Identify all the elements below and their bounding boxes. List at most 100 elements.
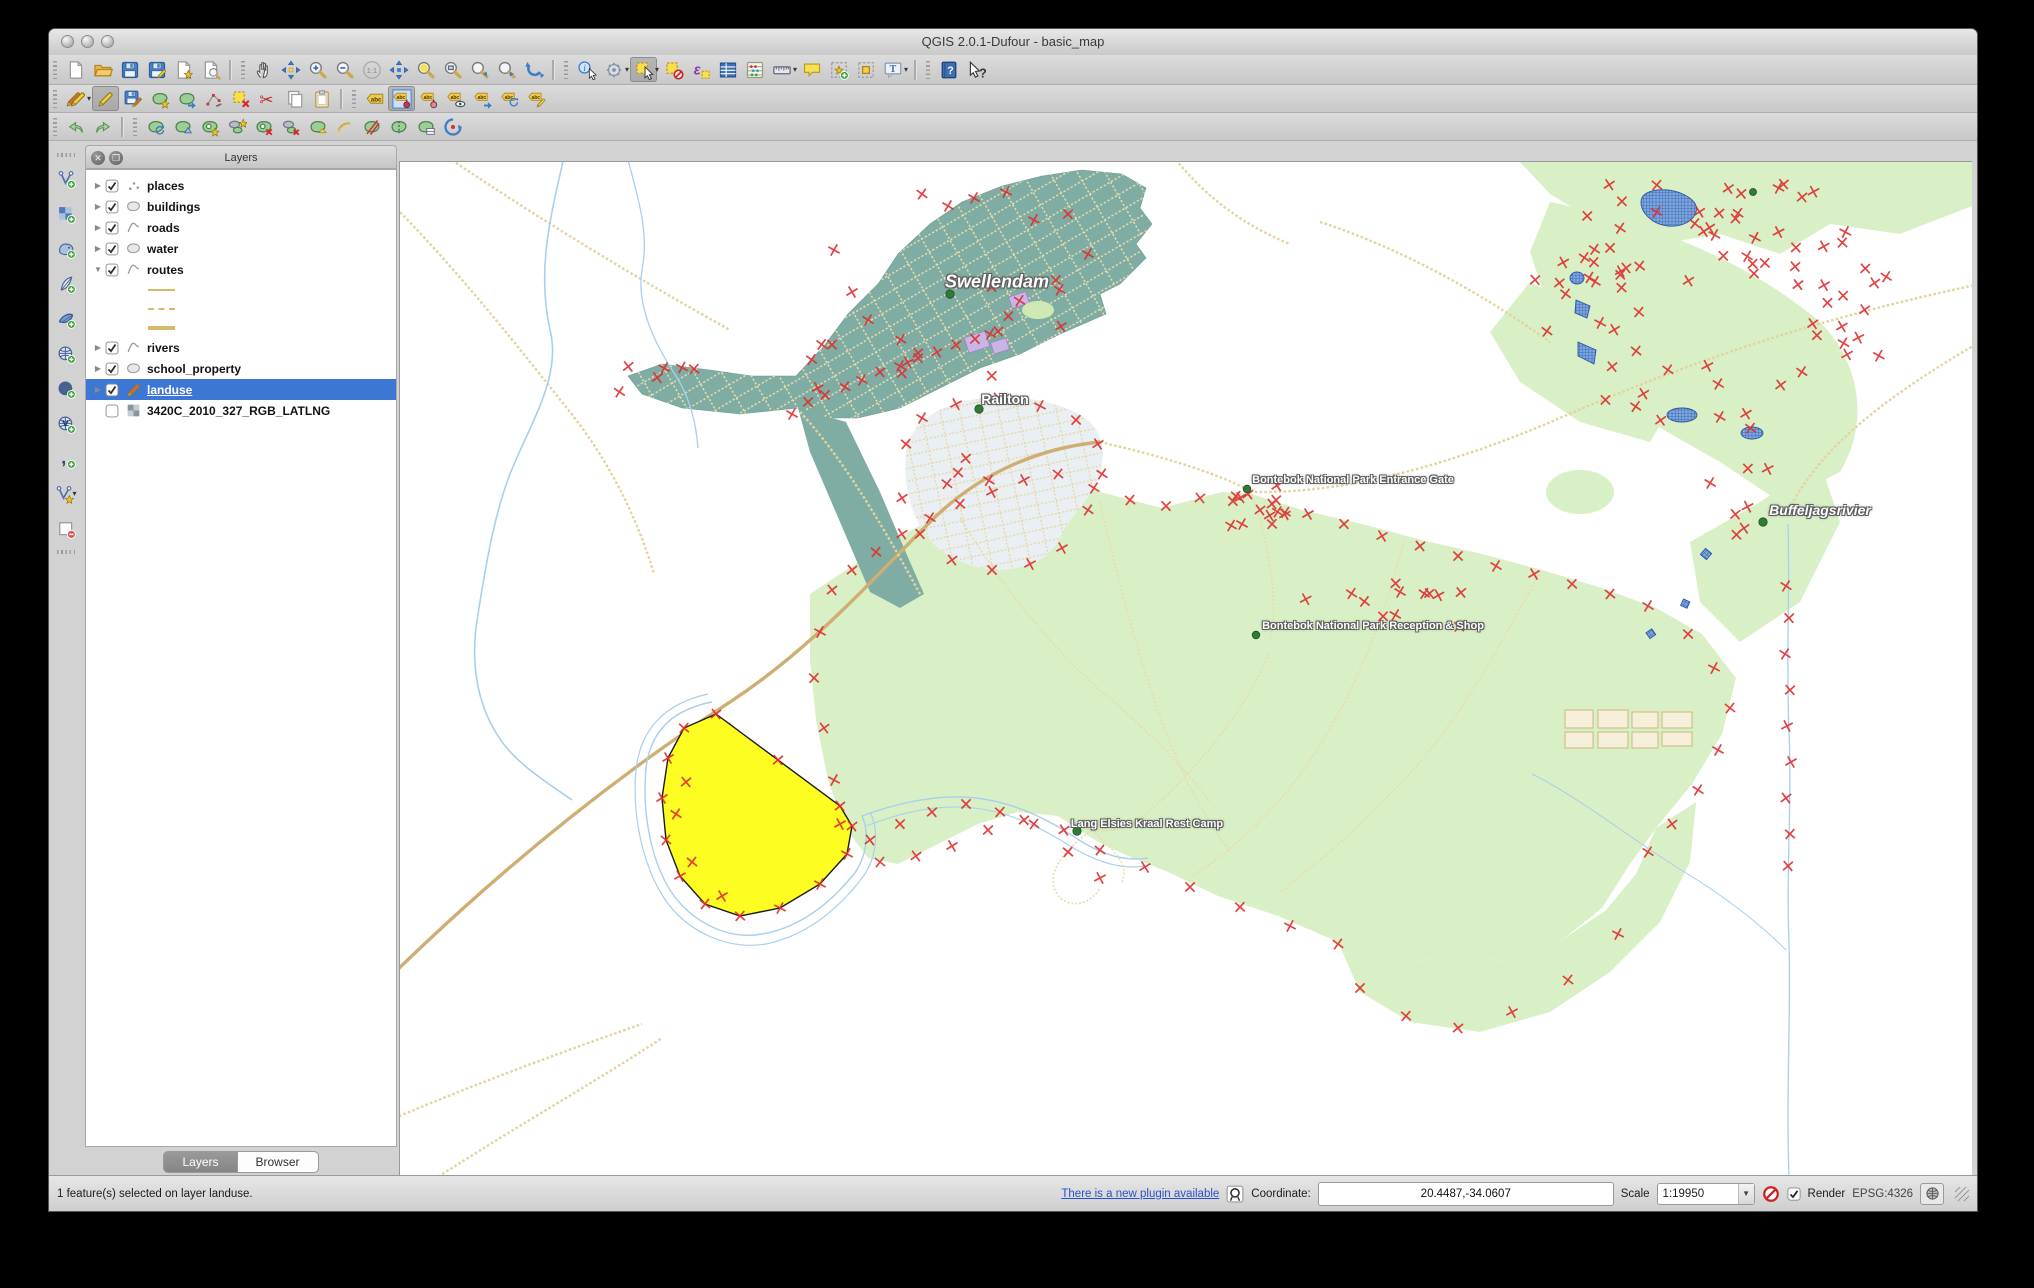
new-project-button[interactable]: [62, 57, 89, 82]
zoom-full-button[interactable]: [385, 57, 412, 82]
layer-checkbox[interactable]: [105, 242, 119, 256]
layer-expand-icon[interactable]: ▶: [91, 343, 105, 352]
new-shapefile-layer-button[interactable]: ▾: [53, 481, 80, 506]
simplify-feature-button[interactable]: [169, 114, 196, 139]
help-contents-button[interactable]: ?: [935, 57, 962, 82]
move-label-button[interactable]: abc: [469, 86, 496, 111]
scale-dropdown-icon[interactable]: ▼: [1737, 1183, 1754, 1204]
delete-part-button[interactable]: [277, 114, 304, 139]
measure-dropdown-icon[interactable]: ▾: [793, 65, 797, 74]
map-tips-button[interactable]: [798, 57, 825, 82]
coordinate-input[interactable]: [1317, 1181, 1614, 1206]
pan-to-selection-button[interactable]: [277, 57, 304, 82]
measure-button[interactable]: [768, 57, 795, 82]
map-canvas[interactable]: Swellendam Railton Bontebok National Park …: [399, 161, 1972, 1178]
text-annotation-button[interactable]: T: [879, 57, 906, 82]
text-annotation-dropdown-icon[interactable]: ▾: [904, 65, 908, 74]
add-raster-layer-button[interactable]: [53, 201, 80, 226]
pin-labels-button[interactable]: abc: [388, 86, 416, 111]
layer-item-places[interactable]: ▶ places: [86, 175, 396, 196]
layer-expand-icon[interactable]: ▶: [91, 181, 105, 190]
layer-item-routes[interactable]: ▼ routes: [86, 259, 396, 280]
remove-layer-button[interactable]: [53, 516, 80, 541]
scale-combobox[interactable]: 1:19950 ▼: [1656, 1182, 1755, 1205]
layer-checkbox[interactable]: [105, 383, 119, 397]
zoom-last-button[interactable]: [466, 57, 493, 82]
toolbar-grip[interactable]: [241, 60, 245, 79]
add-wcs-layer-button[interactable]: [53, 376, 80, 401]
plugin-icon[interactable]: [1226, 1185, 1244, 1203]
layer-checkbox[interactable]: [105, 200, 119, 214]
add-wfs-layer-button[interactable]: [53, 411, 80, 436]
add-spatialite-layer-button[interactable]: [53, 271, 80, 296]
identify-button[interactable]: i: [573, 57, 600, 82]
zoom-to-layer-button[interactable]: [439, 57, 466, 82]
add-mssql-layer-button[interactable]: [53, 306, 80, 331]
node-tool-button[interactable]: [200, 86, 227, 111]
select-features-button[interactable]: [630, 57, 658, 82]
cut-features-button[interactable]: ✂: [254, 86, 281, 111]
move-feature-button[interactable]: [173, 86, 200, 111]
current-edits-button[interactable]: [62, 86, 89, 111]
toolbar-grip[interactable]: [53, 60, 57, 79]
rotate-feature-button[interactable]: [142, 114, 169, 139]
new-print-composer-button[interactable]: [170, 57, 197, 82]
copy-features-button[interactable]: [281, 86, 308, 111]
show-bookmarks-button[interactable]: [852, 57, 879, 82]
add-wms-layer-button[interactable]: [53, 341, 80, 366]
toolbar-grip[interactable]: [57, 153, 75, 157]
deselect-all-button[interactable]: [660, 57, 687, 82]
layer-expand-icon[interactable]: ▶: [91, 385, 105, 394]
run-feature-action-dropdown-icon[interactable]: ▾: [625, 65, 629, 74]
layer-expand-icon[interactable]: ▶: [91, 202, 105, 211]
toolbar-grip[interactable]: [53, 117, 57, 136]
delete-ring-button[interactable]: [250, 114, 277, 139]
toolbar-grip[interactable]: [564, 60, 568, 79]
layer-item-water[interactable]: ▶ water: [86, 238, 396, 259]
add-feature-button[interactable]: [146, 86, 173, 111]
select-features-dropdown-icon[interactable]: ▾: [655, 65, 659, 74]
change-label-properties-button[interactable]: abc: [523, 86, 550, 111]
offset-curve-button[interactable]: [331, 114, 358, 139]
refresh-button[interactable]: [520, 57, 547, 82]
toolbar-grip[interactable]: [926, 60, 931, 79]
layer-checkbox[interactable]: [105, 362, 119, 376]
new-shapefile-layer-dropdown-icon[interactable]: ▾: [72, 489, 76, 498]
paste-features-button[interactable]: [308, 86, 335, 111]
layer-item-rivers[interactable]: ▶ rivers: [86, 337, 396, 358]
title-bar[interactable]: QGIS 2.0.1-Dufour - basic_map: [49, 29, 1977, 56]
panel-tab-browser[interactable]: Browser: [237, 1151, 319, 1173]
zoom-out-button[interactable]: [331, 57, 358, 82]
toolbar-grip[interactable]: [352, 89, 357, 108]
add-postgis-layer-button[interactable]: [53, 236, 80, 261]
layer-item-school_property[interactable]: ▶ school_property: [86, 358, 396, 379]
toolbar-grip[interactable]: [133, 117, 137, 136]
composer-manager-button[interactable]: [197, 57, 224, 82]
undo-button[interactable]: [62, 114, 89, 139]
merge-attributes-button[interactable]: [412, 114, 439, 139]
redo-button[interactable]: [89, 114, 116, 139]
layer-item-3420C_2010_327_RGB_LATLNG[interactable]: 3420C_2010_327_RGB_LATLNG: [86, 400, 396, 421]
zoom-in-button[interactable]: [304, 57, 331, 82]
layer-item-buildings[interactable]: ▶ buildings: [86, 196, 396, 217]
field-calculator-button[interactable]: [741, 57, 768, 82]
open-attribute-table-button[interactable]: [714, 57, 741, 82]
new-bookmark-button[interactable]: [825, 57, 852, 82]
delete-selected-button[interactable]: [227, 86, 254, 111]
toggle-editing-button[interactable]: [92, 86, 120, 111]
show-hide-labels-button[interactable]: abc: [442, 86, 469, 111]
select-by-expression-button[interactable]: ε: [687, 57, 714, 82]
reshape-features-button[interactable]: [304, 114, 331, 139]
rotate-label-button[interactable]: abc: [496, 86, 523, 111]
save-layer-edits-button[interactable]: [119, 86, 146, 111]
save-project-as-button[interactable]: [143, 57, 170, 82]
highlight-pinned-labels-button[interactable]: abc: [415, 86, 442, 111]
plugin-link[interactable]: There is a new plugin available: [1061, 1188, 1219, 1200]
panel-tab-layers[interactable]: Layers: [163, 1151, 238, 1173]
layer-item-landuse[interactable]: ▶ landuse: [86, 379, 396, 400]
layer-checkbox[interactable]: [105, 341, 119, 355]
split-features-button[interactable]: [358, 114, 385, 139]
zoom-to-selection-button[interactable]: [412, 57, 439, 82]
add-vector-layer-button[interactable]: [53, 166, 80, 191]
layer-expand-icon[interactable]: ▶: [91, 364, 105, 373]
